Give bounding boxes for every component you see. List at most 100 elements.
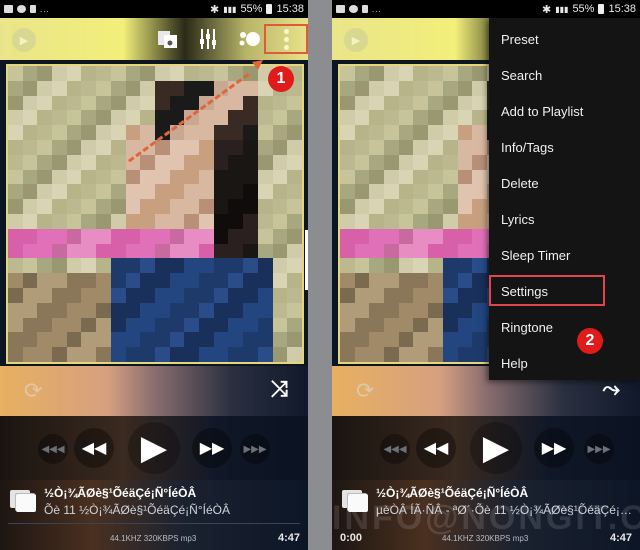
previous-track-button[interactable]: ◀◀◀ bbox=[380, 434, 410, 464]
play-button[interactable]: ▶ bbox=[470, 422, 522, 474]
album-art-pixel bbox=[22, 154, 38, 170]
album-art-pixel bbox=[81, 273, 97, 288]
more-options-button[interactable] bbox=[264, 24, 308, 54]
album-art-pixel bbox=[169, 273, 185, 288]
rewind-button[interactable]: ◀◀ bbox=[416, 428, 456, 468]
shuffle-icon[interactable]: ⤨ bbox=[270, 376, 288, 402]
album-art-pixel bbox=[413, 243, 429, 259]
menu-item-add-to-playlist[interactable]: Add to Playlist bbox=[501, 104, 583, 119]
album-art-pixel bbox=[169, 288, 185, 303]
album-art-pixel bbox=[8, 199, 23, 214]
album-art-pixel bbox=[354, 199, 370, 214]
fast-forward-button[interactable]: ▶▶ bbox=[192, 428, 232, 468]
album-art-pixel bbox=[154, 80, 170, 96]
album-art-pixel bbox=[457, 154, 473, 170]
album-art-pixel bbox=[96, 317, 111, 333]
play-icon[interactable]: ▶ bbox=[12, 28, 36, 52]
album-art-pixel bbox=[110, 214, 126, 229]
album-art-pixel bbox=[184, 302, 200, 318]
album-art-pixel bbox=[472, 228, 487, 244]
play-button[interactable]: ▶ bbox=[128, 422, 180, 474]
album-art-pixel bbox=[413, 154, 429, 170]
album-art-pixel bbox=[354, 214, 370, 229]
album-art-pixel bbox=[272, 184, 288, 200]
visualizer-icon[interactable] bbox=[238, 27, 262, 51]
album-art-pixel bbox=[428, 140, 443, 155]
album-art-pixel bbox=[257, 140, 273, 155]
menu-item-search[interactable]: Search bbox=[501, 68, 542, 83]
album-art-pixel bbox=[413, 66, 429, 81]
album-art-pixel bbox=[52, 332, 67, 348]
album-art-pixel bbox=[213, 332, 229, 348]
album-art-pixel bbox=[272, 95, 288, 111]
album-art-pixel bbox=[52, 66, 67, 81]
album-art-pixel bbox=[472, 243, 487, 259]
album-art-pixel bbox=[413, 332, 429, 348]
folder-icon[interactable] bbox=[10, 490, 36, 512]
album-art-pixel bbox=[8, 288, 23, 303]
album-art-pixel bbox=[413, 302, 429, 318]
album-art-pixel bbox=[81, 154, 97, 170]
fast-forward-button[interactable]: ▶▶ bbox=[534, 428, 574, 468]
album-art-pixel bbox=[340, 169, 355, 185]
rewind-button[interactable]: ◀◀ bbox=[74, 428, 114, 468]
album-art-pixel bbox=[52, 199, 67, 214]
album-art-pixel bbox=[37, 66, 53, 81]
album-art-pixel bbox=[22, 66, 38, 81]
equalizer-icon[interactable] bbox=[196, 27, 220, 51]
album-art-pixel bbox=[228, 140, 244, 155]
menu-item-preset[interactable]: Preset bbox=[501, 32, 539, 47]
album-art-pixel bbox=[384, 317, 399, 333]
album-art-pixel bbox=[154, 169, 170, 185]
album-art-pixel bbox=[354, 273, 370, 288]
album-art-pixel bbox=[354, 125, 370, 140]
album-art-pixel bbox=[213, 317, 229, 333]
album-art-pixel bbox=[457, 258, 473, 274]
album-art-pixel bbox=[96, 214, 111, 229]
menu-item-settings[interactable]: Settings bbox=[501, 284, 548, 299]
menu-item-info-tags[interactable]: Info/Tags bbox=[501, 140, 554, 155]
album-art-pixel bbox=[110, 199, 126, 214]
album-art-pixel bbox=[472, 332, 487, 348]
repeat-icon[interactable]: ⟳ bbox=[24, 378, 42, 404]
album-art-pixel bbox=[398, 347, 414, 362]
menu-item-delete[interactable]: Delete bbox=[501, 176, 539, 191]
album-art-pixel bbox=[442, 258, 458, 274]
menu-item-ringtone[interactable]: Ringtone bbox=[501, 320, 553, 335]
album-art-pixel bbox=[52, 169, 67, 185]
album-art-pixel bbox=[37, 110, 53, 126]
album-art-pixel bbox=[52, 110, 67, 126]
album-art-pixel bbox=[287, 140, 302, 155]
repeat-icon[interactable]: ⟳ bbox=[356, 378, 374, 404]
album-art-pixel bbox=[340, 347, 355, 362]
album-art-pixel bbox=[384, 66, 399, 81]
menu-item-help[interactable]: Help bbox=[501, 356, 528, 371]
album-art-pixel bbox=[457, 95, 473, 111]
step-badge-2: 2 bbox=[577, 328, 603, 354]
next-track-button[interactable]: ▶▶▶ bbox=[240, 434, 270, 464]
album-art-pixel bbox=[154, 243, 170, 259]
next-track-button[interactable]: ▶▶▶ bbox=[584, 434, 614, 464]
album-art-pixel bbox=[287, 110, 302, 126]
album-art-pixel bbox=[340, 243, 355, 259]
album-art-pixel bbox=[125, 110, 141, 126]
status-bar: ... ✱ ▮▮▮ 55% 15:38 bbox=[0, 0, 308, 18]
album-art-pixel bbox=[384, 258, 399, 274]
album-art-pixel bbox=[37, 302, 53, 318]
album-art-pixel bbox=[66, 95, 82, 111]
album-art-pixel bbox=[287, 347, 302, 362]
play-icon[interactable]: ▶ bbox=[344, 28, 368, 52]
folder-music-icon[interactable] bbox=[156, 27, 180, 51]
album-art-pixel bbox=[169, 80, 185, 96]
album-art-pixel bbox=[8, 140, 23, 155]
menu-item-lyrics[interactable]: Lyrics bbox=[501, 212, 534, 227]
album-art-pixel bbox=[272, 125, 288, 140]
album-art-pixel bbox=[22, 228, 38, 244]
menu-item-sleep-timer[interactable]: Sleep Timer bbox=[501, 248, 570, 263]
album-art-pixel bbox=[413, 184, 429, 200]
album-art-pixel bbox=[340, 214, 355, 229]
progress-bar[interactable] bbox=[8, 523, 300, 524]
album-art-pixel bbox=[457, 243, 473, 259]
previous-track-button[interactable]: ◀◀◀ bbox=[38, 434, 68, 464]
album-art bbox=[6, 64, 304, 364]
